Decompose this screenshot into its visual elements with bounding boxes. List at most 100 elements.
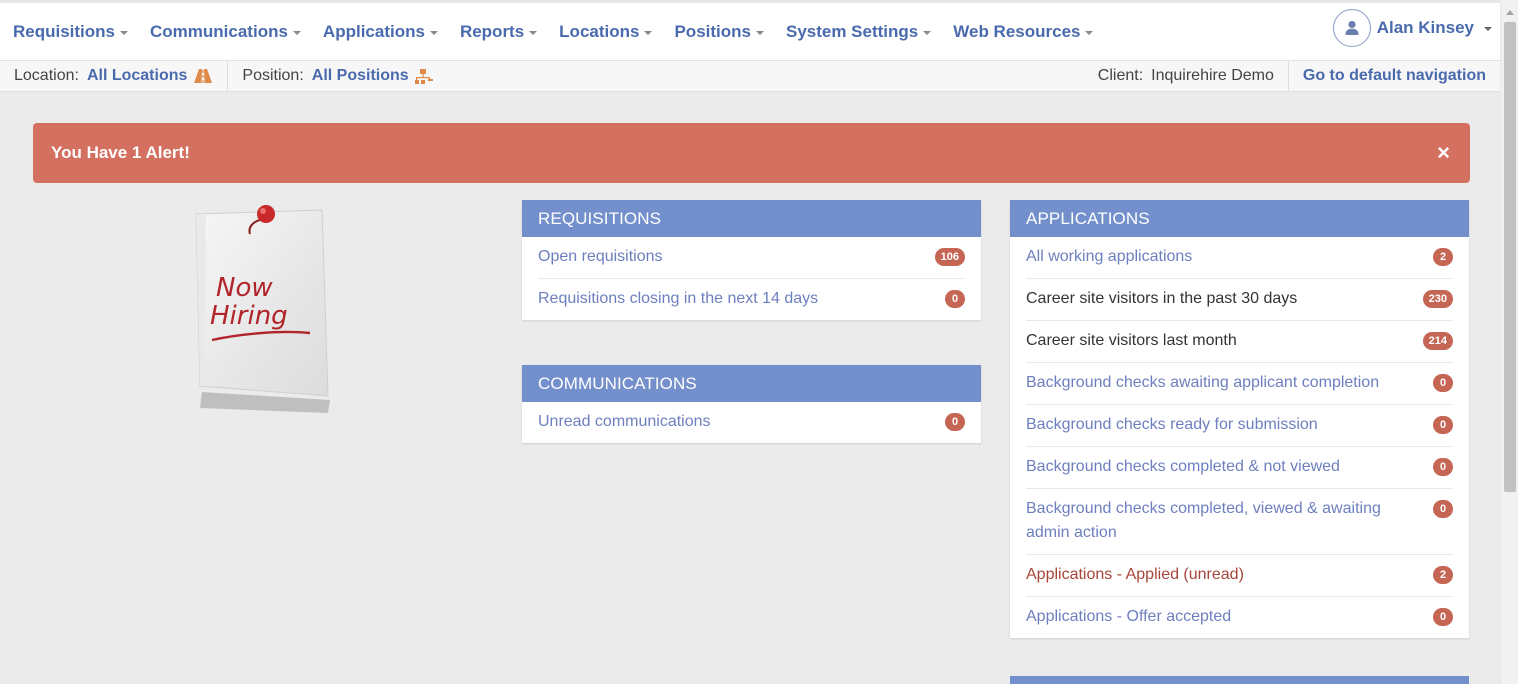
applications-panel: APPLICATIONS All working applications 2 Ca…: [1010, 200, 1469, 638]
list-item-label[interactable]: Unread communications: [538, 410, 711, 434]
position-selector: Position: All Positions: [228, 61, 446, 91]
context-bar: Location: All Locations Position: All Po…: [0, 60, 1500, 92]
nav-system-settings[interactable]: System Settings: [785, 21, 932, 42]
chevron-down-icon: [644, 30, 653, 35]
position-label: Position:: [242, 67, 304, 84]
count-badge: 230: [1422, 290, 1453, 308]
top-navigation: Requisitions Communications Applications Re…: [0, 0, 1500, 60]
page-scrollbar[interactable]: [1500, 0, 1518, 684]
nav-item-label: Locations: [559, 21, 640, 41]
dashboard-page: Requisitions Communications Applications Re…: [0, 0, 1518, 684]
applications-panel-title: APPLICATIONS: [1010, 200, 1469, 237]
location-selector: Location: All Locations: [0, 61, 229, 91]
list-item-label[interactable]: Background checks awaiting applicant com…: [1026, 371, 1379, 395]
list-item-label[interactable]: Background checks completed & not viewed: [1026, 455, 1340, 479]
nav-reports[interactable]: Reports: [459, 21, 538, 42]
nav-menu: Requisitions Communications Applications Re…: [0, 3, 1115, 60]
scroll-up-arrow-icon[interactable]: [1506, 10, 1514, 15]
client-info: Client: Inquirehire Demo: [1084, 61, 1288, 91]
list-item-label[interactable]: Requisitions closing in the next 14 days: [538, 287, 818, 311]
list-item: Career site visitors in the past 30 days…: [1026, 279, 1453, 321]
list-item[interactable]: Background checks completed & not viewed…: [1026, 447, 1453, 489]
close-icon[interactable]: ×: [1437, 142, 1450, 164]
list-item-label[interactable]: Background checks completed, viewed & aw…: [1026, 497, 1426, 545]
context-right: Client: Inquirehire Demo Go to default n…: [1084, 61, 1500, 91]
list-item[interactable]: Background checks ready for submission 0: [1026, 405, 1453, 447]
user-name: Alan Kinsey: [1376, 18, 1474, 37]
nav-item-label: Reports: [459, 21, 525, 41]
alert-banner[interactable]: You Have 1 Alert! ×: [33, 123, 1470, 183]
list-item[interactable]: All working applications 2: [1026, 237, 1453, 279]
communications-panel: COMMUNICATIONS Unread communications 0: [522, 365, 981, 443]
chevron-down-icon: [755, 30, 764, 35]
note-line-2: Hiring: [210, 301, 288, 331]
count-badge: 0: [1433, 500, 1453, 518]
applications-list: All working applications 2 Career site vis…: [1010, 237, 1469, 638]
nav-web-resources[interactable]: Web Resources: [953, 21, 1094, 42]
nav-item-label: Requisitions: [13, 21, 116, 41]
nav-positions[interactable]: Positions: [674, 22, 764, 42]
nav-item-label: Web Resources: [953, 21, 1081, 41]
list-item-label: Career site visitors last month: [1026, 332, 1237, 349]
requisitions-panel: REQUISITIONS Open requisitions 106 Requisi…: [522, 200, 981, 320]
requisitions-list: Open requisitions 106 Requisitions closing…: [522, 237, 981, 320]
chevron-down-icon: [292, 30, 301, 35]
sitemap-icon[interactable]: [414, 68, 433, 84]
user-menu[interactable]: Alan Kinsey: [1332, 9, 1492, 47]
chevron-down-icon: [1085, 30, 1094, 35]
list-item-label[interactable]: Applications - Offer accepted: [1026, 605, 1231, 629]
list-item-label[interactable]: Applications - Applied (unread): [1026, 563, 1244, 587]
position-value-link[interactable]: All Positions: [312, 67, 409, 85]
note-line-1: Now: [216, 273, 273, 303]
alert-text: You Have 1 Alert!: [51, 143, 190, 162]
list-item-label[interactable]: Background checks ready for submission: [1026, 413, 1318, 437]
list-item: Career site visitors last month 214: [1026, 321, 1453, 363]
list-item[interactable]: Background checks awaiting applicant com…: [1026, 363, 1453, 405]
nav-requisitions[interactable]: Requisitions: [13, 21, 129, 42]
chevron-down-icon: [120, 30, 129, 35]
count-badge: 2: [1433, 248, 1453, 266]
nav-applications[interactable]: Applications: [323, 22, 438, 42]
chevron-down-icon: [529, 30, 538, 35]
count-badge: 106: [934, 248, 965, 266]
list-item[interactable]: Background checks completed, viewed & aw…: [1026, 489, 1453, 555]
chevron-down-icon: [429, 30, 438, 35]
count-badge: 0: [1433, 608, 1453, 626]
next-panel-header: [1010, 676, 1469, 684]
list-item[interactable]: Applications - Applied (unread) 2: [1026, 555, 1453, 597]
nav-locations[interactable]: Locations: [559, 21, 653, 42]
count-badge: 0: [945, 290, 965, 308]
requisitions-panel-title: REQUISITIONS: [522, 200, 981, 237]
list-item-label: Career site visitors in the past 30 days: [1026, 290, 1298, 307]
client-value: Inquirehire Demo: [1151, 67, 1274, 84]
count-badge: 0: [1433, 416, 1453, 434]
default-navigation-link[interactable]: Go to default navigation: [1287, 61, 1500, 91]
chevron-down-icon: [1484, 27, 1492, 31]
nav-item-label: System Settings: [785, 21, 919, 41]
count-badge: 0: [945, 413, 965, 431]
list-item[interactable]: Unread communications 0: [538, 402, 965, 443]
road-icon[interactable]: [193, 68, 213, 84]
list-item[interactable]: Applications - Offer accepted 0: [1026, 597, 1453, 638]
communications-panel-title: COMMUNICATIONS: [522, 365, 981, 402]
list-item[interactable]: Open requisitions 106: [538, 237, 965, 279]
list-item[interactable]: Requisitions closing in the next 14 days…: [538, 279, 965, 320]
nav-communications[interactable]: Communications: [150, 22, 301, 42]
chevron-down-icon: [923, 30, 932, 35]
user-icon: [1332, 9, 1371, 47]
list-item-label[interactable]: All working applications: [1026, 245, 1192, 269]
nav-item-label: Communications: [150, 21, 288, 41]
count-badge: 2: [1433, 566, 1453, 584]
scroll-thumb[interactable]: [1504, 22, 1516, 492]
location-value-link[interactable]: All Locations: [87, 67, 187, 85]
count-badge: 214: [1422, 332, 1453, 350]
list-item-label[interactable]: Open requisitions: [538, 245, 663, 269]
communications-list: Unread communications 0: [522, 402, 981, 443]
now-hiring-note: Now Hiring: [190, 200, 340, 420]
nav-item-label: Applications: [322, 21, 425, 41]
now-hiring-image: Now Hiring: [195, 205, 330, 413]
count-badge: 0: [1433, 458, 1453, 476]
location-label: Location:: [14, 67, 79, 84]
client-label: Client:: [1097, 67, 1144, 84]
nav-item-label: Positions: [674, 21, 751, 41]
